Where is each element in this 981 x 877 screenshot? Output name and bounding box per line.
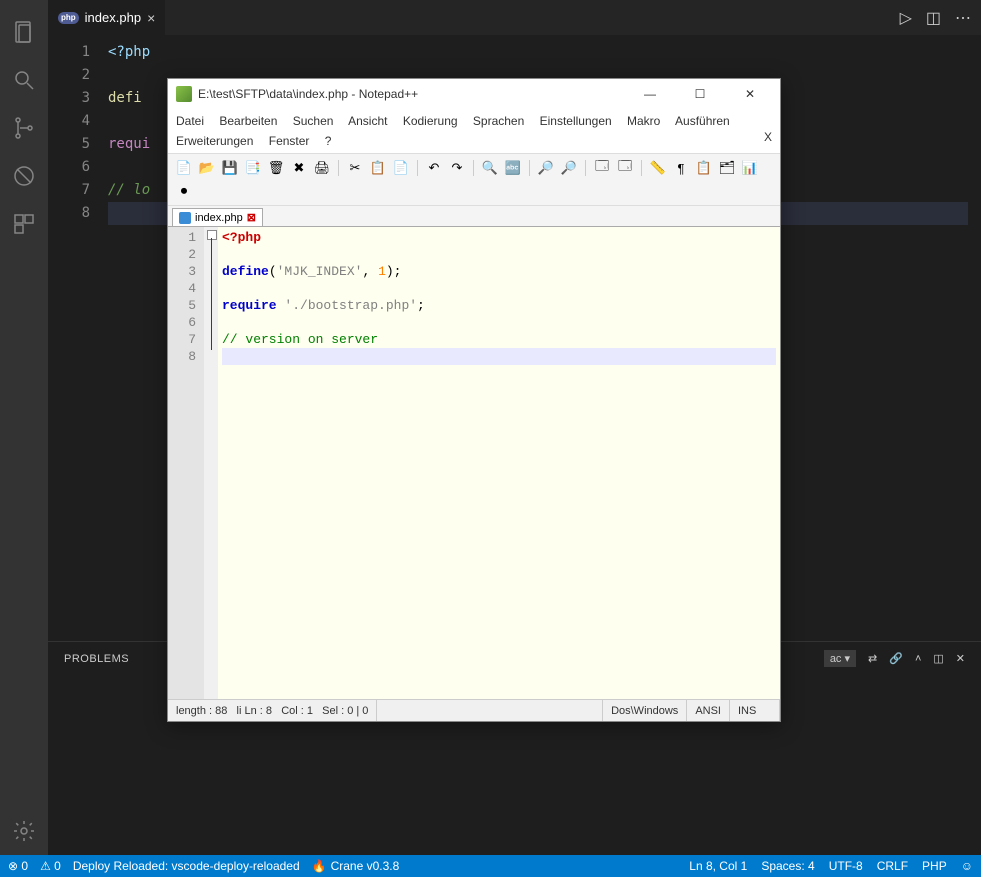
tb-new-icon[interactable]: 📄 <box>174 158 194 178</box>
tb-folder-icon[interactable]: 🗂 <box>717 158 737 178</box>
tb-wordwrap-icon[interactable]: 📏 <box>648 158 668 178</box>
tb-closeall-icon[interactable]: ✖ <box>289 158 309 178</box>
tb-save-icon[interactable]: 💾 <box>220 158 240 178</box>
tb-open-icon[interactable]: 📂 <box>197 158 217 178</box>
menu-ansicht[interactable]: Ansicht <box>348 114 387 128</box>
menu-einstellungen[interactable]: Einstellungen <box>540 114 612 128</box>
tb-sync2-icon[interactable]: 🗔 <box>615 158 635 178</box>
menu-suchen[interactable]: Suchen <box>293 114 334 128</box>
tb-replace-icon[interactable]: 🔤 <box>503 158 523 178</box>
menu-makro[interactable]: Makro <box>627 114 660 128</box>
tab-bar: php index.php × ▷ ◫ ⋯ <box>48 0 981 35</box>
tb-saveall-icon[interactable]: 📑 <box>243 158 263 178</box>
tb-cut-icon[interactable]: ✂ <box>345 158 365 178</box>
tb-print-icon[interactable]: 🖨 <box>312 158 332 178</box>
split-editor-icon[interactable]: ◫ <box>926 8 941 28</box>
status-encoding[interactable]: UTF-8 <box>829 859 863 873</box>
tb-allchars-icon[interactable]: ¶ <box>671 158 691 178</box>
npp-app-icon <box>176 86 192 102</box>
npp-code: <?php define('MJK_INDEX', 1); require '.… <box>218 227 780 699</box>
tb-sync1-icon[interactable]: 🗔 <box>592 158 612 178</box>
npp-tab-close-icon[interactable]: ⊠ <box>247 211 256 224</box>
npp-toolbar: 📄 📂 💾 📑 🗑 ✖ 🖨 ✂ 📋 📄 ↶ ↷ 🔍 🔤 🔎 🔎 🗔 🗔 📏 ¶ … <box>168 153 780 206</box>
npp-status-bar: length : 88 li Ln : 8 Col : 1 Sel : 0 | … <box>168 699 780 721</box>
status-spaces[interactable]: Spaces: 4 <box>761 859 814 873</box>
search-icon[interactable] <box>0 56 48 104</box>
tb-find-icon[interactable]: 🔍 <box>480 158 500 178</box>
status-feedback-icon[interactable]: ☺ <box>961 859 973 873</box>
scm-icon[interactable] <box>0 104 48 152</box>
menu-ausfuehren[interactable]: Ausführen <box>675 114 730 128</box>
debug-icon[interactable] <box>0 152 48 200</box>
menu-datei[interactable]: Datei <box>176 114 204 128</box>
npp-status-length: length : 88 li Ln : 8 Col : 1 Sel : 0 | … <box>168 700 377 721</box>
panel-up-icon[interactable]: ˄ <box>915 653 921 665</box>
status-deploy[interactable]: Deploy Reloaded: vscode-deploy-reloaded <box>73 859 300 873</box>
more-actions-icon[interactable]: ⋯ <box>955 8 971 28</box>
npp-current-line <box>222 348 776 365</box>
tb-funclist-icon[interactable]: 📊 <box>740 158 760 178</box>
run-icon[interactable]: ▷ <box>900 8 912 28</box>
npp-tab-label: index.php <box>195 212 243 224</box>
panel-icon2[interactable]: 🔗 <box>889 652 903 665</box>
panel-maximize-icon[interactable]: ◫ <box>933 652 943 665</box>
npp-doc-close[interactable]: X <box>764 127 772 147</box>
status-position[interactable]: Ln 8, Col 1 <box>689 859 747 873</box>
npp-status-eol: Dos\Windows <box>603 700 687 721</box>
panel-icon1[interactable]: ⇄ <box>868 652 877 665</box>
tb-record-icon[interactable]: ⏺ <box>174 181 194 201</box>
line-gutter: 1 2 3 4 5 6 7 8 <box>48 35 108 641</box>
menu-sprachen[interactable]: Sprachen <box>473 114 524 128</box>
php-file-icon: php <box>58 12 79 24</box>
menu-bearbeiten[interactable]: Bearbeiten <box>219 114 277 128</box>
menu-fenster[interactable]: Fenster <box>269 134 310 148</box>
notepadpp-window: E:\test\SFTP\data\index.php - Notepad++ … <box>167 78 781 722</box>
panel-dropdown[interactable]: ac ▾ <box>824 650 856 667</box>
editor-tab[interactable]: php index.php × <box>48 0 166 35</box>
npp-gutter: 1 2 3 4 5 6 7 8 <box>168 227 204 699</box>
npp-title: E:\test\SFTP\data\index.php - Notepad++ <box>198 87 622 101</box>
npp-tabs: index.php ⊠ <box>168 206 780 227</box>
explorer-icon[interactable] <box>0 8 48 56</box>
menu-help[interactable]: ? <box>325 134 332 148</box>
problems-tab[interactable]: PROBLEMS <box>64 653 129 665</box>
status-language[interactable]: PHP <box>922 859 947 873</box>
status-errors[interactable]: ⊗ 0 <box>8 859 28 873</box>
menu-erweiterungen[interactable]: Erweiterungen <box>176 134 253 148</box>
npp-tab[interactable]: index.php ⊠ <box>172 208 263 226</box>
status-bar: ⊗ 0 ⚠ 0 Deploy Reloaded: vscode-deploy-r… <box>0 855 981 877</box>
tb-undo-icon[interactable]: ↶ <box>424 158 444 178</box>
menu-kodierung[interactable]: Kodierung <box>403 114 458 128</box>
npp-status-mode: INS <box>730 700 780 721</box>
npp-status-enc: ANSI <box>687 700 730 721</box>
npp-editor[interactable]: 1 2 3 4 5 6 7 8 <?php define('MJK_INDEX'… <box>168 227 780 699</box>
panel-close-icon[interactable]: ✕ <box>956 652 965 665</box>
close-button[interactable]: ✕ <box>728 80 772 108</box>
tb-close-icon[interactable]: 🗑 <box>266 158 286 178</box>
tb-zoomout-icon[interactable]: 🔎 <box>559 158 579 178</box>
tab-close-icon[interactable]: × <box>147 10 155 26</box>
extensions-icon[interactable] <box>0 200 48 248</box>
npp-tab-icon <box>179 212 191 224</box>
status-crane[interactable]: 🔥 Crane v0.3.8 <box>312 859 400 873</box>
status-eol[interactable]: CRLF <box>877 859 908 873</box>
activity-bar <box>0 0 48 855</box>
tab-label: index.php <box>85 10 141 25</box>
status-warnings[interactable]: ⚠ 0 <box>40 859 61 873</box>
tb-zoomin-icon[interactable]: 🔎 <box>536 158 556 178</box>
npp-menu: Datei Bearbeiten Suchen Ansicht Kodierun… <box>168 109 780 153</box>
tb-indent-icon[interactable]: 📋 <box>694 158 714 178</box>
tab-actions: ▷ ◫ ⋯ <box>900 0 981 35</box>
npp-fold-margin[interactable] <box>204 227 218 699</box>
minimize-button[interactable]: — <box>628 80 672 108</box>
tb-copy-icon[interactable]: 📋 <box>368 158 388 178</box>
maximize-button[interactable]: ☐ <box>678 80 722 108</box>
settings-icon[interactable] <box>0 807 48 855</box>
tb-paste-icon[interactable]: 📄 <box>391 158 411 178</box>
tb-redo-icon[interactable]: ↷ <box>447 158 467 178</box>
npp-titlebar[interactable]: E:\test\SFTP\data\index.php - Notepad++ … <box>168 79 780 109</box>
